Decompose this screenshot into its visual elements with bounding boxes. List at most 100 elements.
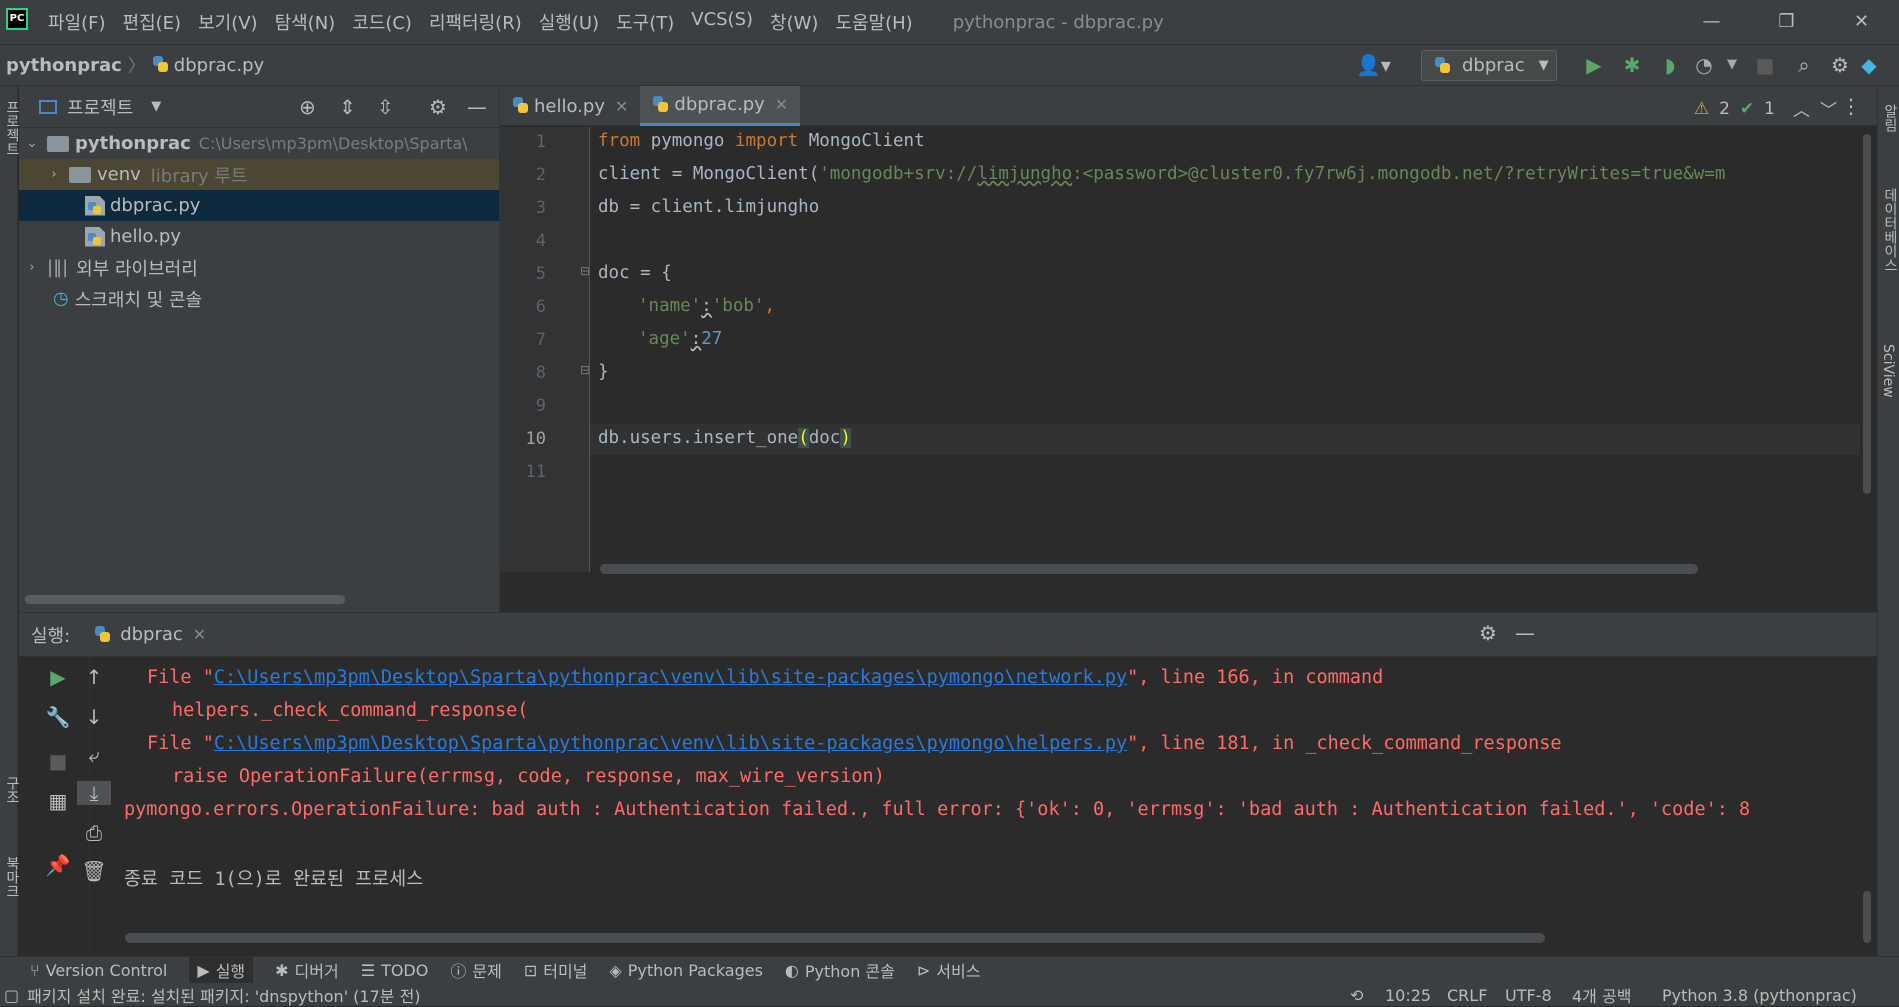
menu-file[interactable]: 파일(F): [48, 9, 106, 35]
menu-code[interactable]: 코드(C): [352, 9, 412, 35]
chevron-down-icon[interactable]: ▼: [151, 99, 161, 114]
status-message[interactable]: 패키지 설치 완료: 설치된 패키지: 'dnspython' (17분 전): [27, 983, 420, 1007]
more-tabs-icon[interactable]: ⋮: [1841, 94, 1861, 118]
print-icon[interactable]: ⎙: [77, 821, 111, 845]
stop-icon[interactable]: ■: [1745, 53, 1785, 77]
tab-dbprac[interactable]: dbprac.py ✕: [640, 86, 801, 126]
tool-tab-terminal[interactable]: ⊡ 터미널: [524, 958, 588, 982]
rerun-icon[interactable]: ▶: [41, 665, 75, 689]
run-tab-label[interactable]: dbprac: [120, 624, 183, 645]
sciview-tool-label[interactable]: SciView: [1880, 344, 1896, 398]
tree-row-external-libraries[interactable]: › |‖| 외부 라이브러리: [19, 252, 499, 283]
minimize-icon[interactable]: —: [1674, 0, 1749, 44]
horizontal-scrollbar[interactable]: [25, 595, 345, 604]
tree-row-dbprac[interactable]: dbprac.py: [19, 190, 499, 221]
soft-wrap-icon[interactable]: ⤶: [77, 743, 111, 767]
pycharm-logo[interactable]: PC: [6, 8, 28, 30]
arrow-down-icon[interactable]: ↓: [77, 705, 111, 729]
menu-view[interactable]: 보기(V): [198, 9, 257, 35]
interpreter[interactable]: Python 3.8 (pythonprac): [1662, 986, 1857, 1005]
trash-icon[interactable]: 🗑: [77, 859, 111, 883]
inspection-widget[interactable]: ⚠ 2 ✔ 1 ︿ ﹀: [1694, 96, 1837, 122]
close-icon[interactable]: ✕: [1824, 0, 1899, 44]
user-icon[interactable]: 👤▾: [1356, 53, 1391, 77]
tab-hello[interactable]: hello.py ✕: [500, 86, 640, 126]
git-sync-icon[interactable]: ⟲: [1350, 986, 1363, 1005]
toggle-panels-icon[interactable]: ▢: [4, 986, 19, 1005]
file-link[interactable]: C:\Users\mp3pm\Desktop\Sparta\pythonprac…: [214, 733, 1127, 754]
hide-icon[interactable]: —: [1515, 621, 1535, 645]
restore-icon[interactable]: ❐: [1749, 0, 1824, 44]
tree-row-root[interactable]: ⌄ pythonprac C:\Users\mp3pm\Desktop\Spar…: [19, 128, 499, 159]
python-file-icon: [85, 226, 105, 247]
chevron-right-icon[interactable]: ›: [25, 260, 39, 275]
editor-horizontal-scrollbar[interactable]: [600, 564, 1698, 574]
tree-row-venv[interactable]: › venv library 루트: [19, 159, 499, 190]
caret-position[interactable]: 10:25: [1385, 986, 1431, 1005]
editor-vertical-scrollbar[interactable]: [1863, 134, 1871, 494]
debug-icon[interactable]: ✱: [1613, 53, 1651, 77]
run-config-selector[interactable]: dbprac ▼: [1421, 50, 1557, 81]
tree-row-scratches[interactable]: ◷ 스크래치 및 콘솔: [19, 283, 499, 314]
menu-vcs[interactable]: VCS(S): [691, 9, 753, 35]
more-run-icon[interactable]: ▼: [1719, 53, 1745, 77]
menu-tools[interactable]: 도구(T): [616, 9, 674, 35]
menu-help[interactable]: 도움말(H): [835, 9, 912, 35]
wrench-icon[interactable]: 🔧: [41, 705, 75, 729]
notifications-tool-label[interactable]: 알림: [1880, 104, 1899, 132]
tool-tab-problems[interactable]: ⓘ 문제: [450, 958, 501, 982]
line-separator[interactable]: CRLF: [1447, 986, 1487, 1005]
layout-icon[interactable]: ▦: [41, 789, 75, 813]
project-panel-title[interactable]: 프로젝트: [67, 94, 133, 120]
menu-window[interactable]: 창(W): [770, 9, 818, 35]
output-horizontal-scrollbar[interactable]: [125, 933, 1545, 943]
tool-tab-python-console[interactable]: ◐ Python 콘솔: [785, 958, 895, 982]
coverage-icon[interactable]: ◗: [1651, 53, 1689, 77]
chevron-up-icon[interactable]: ︿: [1793, 96, 1810, 121]
menu-refactor[interactable]: 리팩터링(R): [429, 9, 522, 35]
pin-icon[interactable]: 📌: [41, 853, 75, 877]
tool-tab-python-packages[interactable]: ◈ Python Packages: [609, 961, 763, 980]
chevron-down-icon[interactable]: ⌄: [25, 136, 39, 151]
scroll-to-end-icon[interactable]: ⤓: [77, 781, 111, 805]
chevron-right-icon[interactable]: ›: [47, 167, 61, 182]
expand-all-icon[interactable]: ⇕: [339, 95, 356, 119]
gear-icon[interactable]: ⚙: [1479, 621, 1497, 645]
fold-icon[interactable]: ⊟: [580, 264, 590, 278]
hide-icon[interactable]: —: [467, 95, 487, 119]
arrow-up-icon[interactable]: ↑: [77, 665, 111, 689]
run-icon[interactable]: ▶: [1575, 53, 1613, 77]
menu-edit[interactable]: 편집(E): [123, 9, 182, 35]
tree-row-hello[interactable]: hello.py: [19, 221, 499, 252]
file-encoding[interactable]: UTF-8: [1505, 986, 1552, 1005]
breadcrumb-file[interactable]: dbprac.py: [174, 55, 264, 76]
gear-icon[interactable]: ⚙: [429, 95, 447, 119]
output-vertical-scrollbar[interactable]: [1863, 891, 1871, 943]
jetbrains-icon[interactable]: ◆: [1857, 53, 1881, 77]
project-view-icon: [39, 99, 57, 114]
file-link[interactable]: C:\Users\mp3pm\Desktop\Sparta\pythonprac…: [214, 667, 1127, 688]
indent-setting[interactable]: 4개 공백: [1572, 983, 1631, 1007]
collapse-all-icon[interactable]: ⇳: [377, 95, 394, 119]
fold-icon[interactable]: ⊟: [580, 363, 590, 377]
close-tab-icon[interactable]: ✕: [775, 95, 788, 114]
stop-icon[interactable]: ■: [41, 749, 75, 773]
tool-tab-todo[interactable]: ☰ TODO: [361, 961, 429, 980]
menu-run[interactable]: 실행(U): [539, 9, 599, 35]
code-area[interactable]: from pymongo import MongoClient client =…: [598, 127, 1860, 572]
tool-tab-debugger[interactable]: ✱ 디버거: [275, 958, 339, 982]
tool-tab-services[interactable]: ⊳ 서비스: [917, 958, 981, 982]
profile-icon[interactable]: ◔: [1689, 53, 1719, 77]
code-line-10: db.users.insert_one(doc): [598, 428, 851, 448]
search-icon[interactable]: ⌕: [1785, 53, 1823, 77]
tool-tab-run[interactable]: ▶ 실행: [189, 957, 254, 983]
menu-navigate[interactable]: 탐색(N): [275, 9, 336, 35]
settings-icon[interactable]: ⚙: [1823, 53, 1857, 77]
database-tool-label[interactable]: 데이터베이스: [1880, 188, 1899, 272]
tool-tab-version-control[interactable]: ⑂ Version Control: [30, 961, 167, 980]
breadcrumb-project[interactable]: pythonprac: [6, 55, 122, 76]
close-tab-icon[interactable]: ✕: [615, 97, 628, 116]
close-tab-icon[interactable]: ✕: [193, 625, 206, 644]
chevron-down-icon[interactable]: ﹀: [1820, 96, 1837, 121]
locate-icon[interactable]: ⊕: [299, 95, 316, 119]
